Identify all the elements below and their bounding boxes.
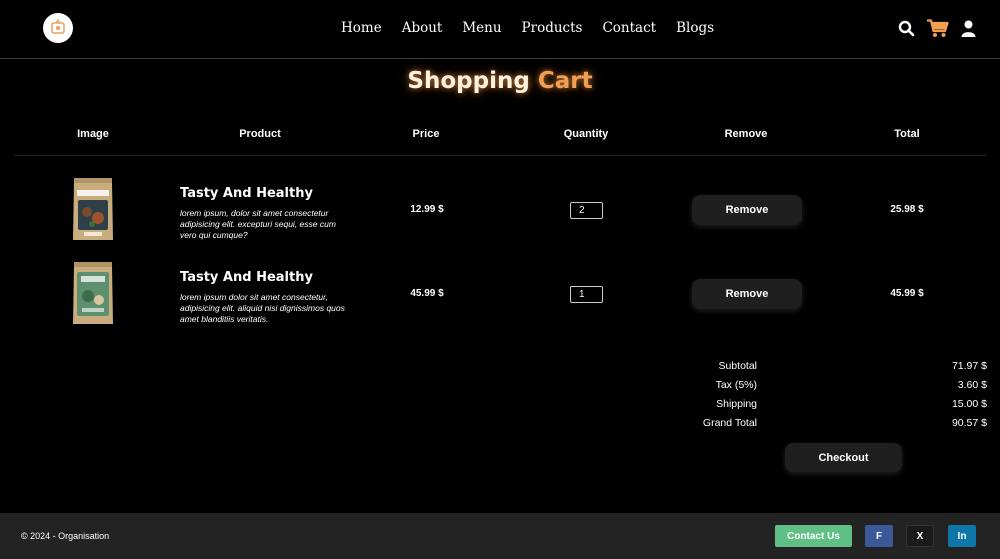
header-icons <box>898 19 976 38</box>
page-title: Shopping Cart <box>0 68 1000 94</box>
nav-about[interactable]: About <box>402 20 443 36</box>
summary-shipping: Shipping 15.00 $ <box>690 398 987 417</box>
copyright: © 2024 - Organisation <box>21 531 110 541</box>
contact-us-button[interactable]: Contact Us <box>775 525 852 547</box>
product-image <box>72 176 114 242</box>
table-row: Tasty And Healthy lorem ipsum, dolor sit… <box>0 176 1000 256</box>
main-nav: Home About Menu Products Contact Blogs <box>341 20 714 36</box>
column-header-total: Total <box>894 128 920 140</box>
logo-icon <box>51 18 65 34</box>
product-name: Tasty And Healthy <box>180 186 313 201</box>
shipping-value: 15.00 $ <box>951 398 987 410</box>
column-header-remove: Remove <box>724 128 768 140</box>
title-part-1: Shopping <box>407 68 530 94</box>
quantity-input[interactable] <box>570 286 603 303</box>
x-button[interactable]: X <box>906 525 934 547</box>
row-total: 25.98 $ <box>890 204 924 215</box>
nav-menu[interactable]: Menu <box>462 20 501 36</box>
quantity-input[interactable] <box>570 202 603 219</box>
site-header: Home About Menu Products Contact Blogs <box>0 0 1000 59</box>
product-price: 45.99 $ <box>410 288 444 299</box>
summary-tax: Tax (5%) 3.60 $ <box>690 379 987 398</box>
site-footer: © 2024 - Organisation Contact Us F X In <box>0 513 1000 559</box>
cart-table-header: Image Product Price Quantity Remove Tota… <box>14 128 987 156</box>
table-row: Tasty And Healthy lorem ipsum dolor sit … <box>0 260 1000 340</box>
logo[interactable] <box>43 13 73 43</box>
search-icon[interactable] <box>898 20 915 37</box>
summary-grand-total: Grand Total 90.57 $ <box>690 417 987 436</box>
nav-contact[interactable]: Contact <box>602 20 656 36</box>
checkout-button[interactable]: Checkout <box>785 443 902 472</box>
nav-home[interactable]: Home <box>341 20 382 36</box>
column-header-quantity: Quantity <box>563 128 609 140</box>
column-header-image: Image <box>77 128 109 140</box>
product-name: Tasty And Healthy <box>180 270 313 285</box>
product-description: lorem ipsum, dolor sit amet consectetur … <box>180 208 336 240</box>
product-description: lorem ipsum dolor sit amet consectetur, … <box>180 292 345 324</box>
product-price: 12.99 $ <box>410 204 444 215</box>
product-image <box>72 260 114 326</box>
subtotal-label: Subtotal <box>718 360 757 372</box>
linkedin-button[interactable]: In <box>948 525 976 547</box>
summary-subtotal: Subtotal 71.97 $ <box>690 360 987 379</box>
facebook-button[interactable]: F <box>865 525 893 547</box>
remove-button[interactable]: Remove <box>692 279 802 309</box>
subtotal-value: 71.97 $ <box>951 360 987 372</box>
column-header-price: Price <box>412 128 440 140</box>
remove-button[interactable]: Remove <box>692 195 802 225</box>
shipping-label: Shipping <box>716 398 757 410</box>
column-header-product: Product <box>239 128 281 140</box>
nav-products[interactable]: Products <box>522 20 583 36</box>
tax-label: Tax (5%) <box>715 379 757 391</box>
grand-total-value: 90.57 $ <box>951 417 987 429</box>
nav-blogs[interactable]: Blogs <box>676 20 714 36</box>
cart-icon[interactable] <box>927 19 949 38</box>
order-summary: Subtotal 71.97 $ Tax (5%) 3.60 $ Shippin… <box>690 360 987 436</box>
user-icon[interactable] <box>961 20 976 37</box>
grand-total-label: Grand Total <box>702 417 757 429</box>
row-total: 45.99 $ <box>890 288 924 299</box>
title-part-2: Cart <box>537 68 593 94</box>
tax-value: 3.60 $ <box>957 379 987 391</box>
